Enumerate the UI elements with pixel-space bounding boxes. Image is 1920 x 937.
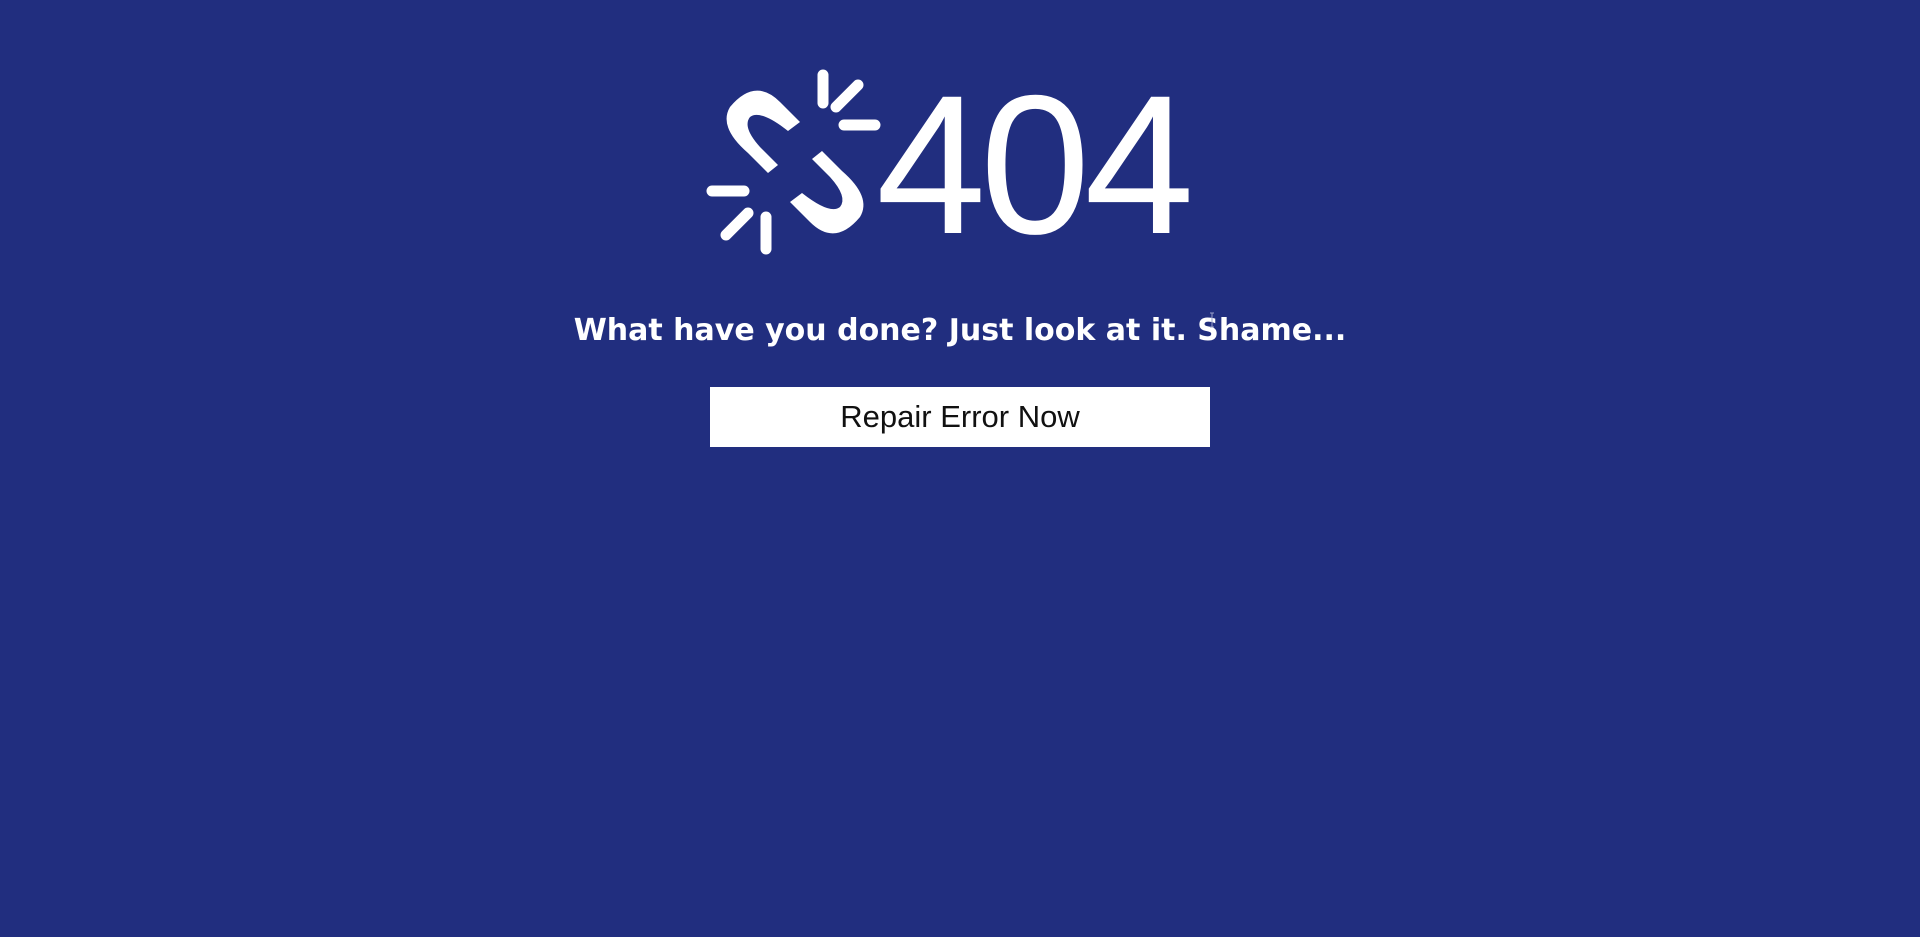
repair-error-button[interactable]: Repair Error Now xyxy=(710,387,1210,447)
error-code: 404 xyxy=(876,54,1194,275)
error-hero: 404 xyxy=(0,54,1920,275)
broken-link-icon xyxy=(706,69,881,255)
text-cursor-icon xyxy=(1210,312,1214,328)
error-heading: 404 xyxy=(700,54,1194,275)
error-message: What have you done? Just look at it. Sha… xyxy=(573,313,1347,348)
